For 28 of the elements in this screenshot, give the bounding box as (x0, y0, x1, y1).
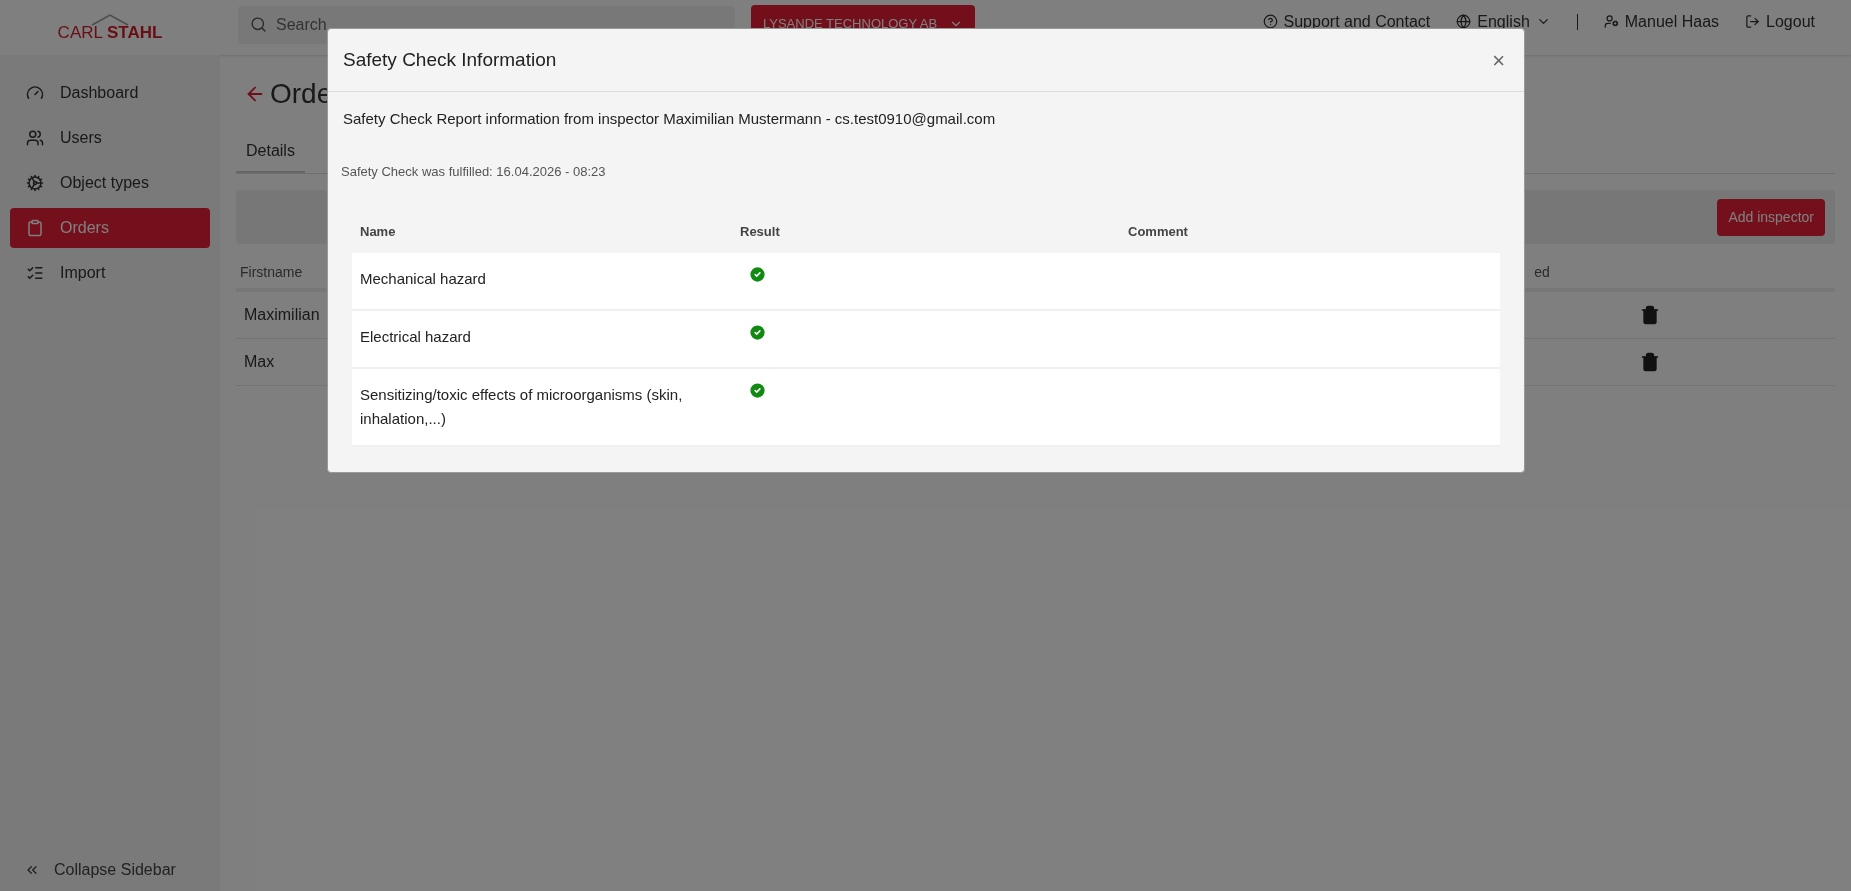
sidebar-item[interactable]: Import (10, 253, 210, 293)
column-header: Comment (1128, 223, 1189, 242)
logo-text: CARL (57, 24, 103, 41)
table-cell-text: Mechanical hazard (359, 269, 487, 289)
close-button[interactable]: × (1488, 43, 1509, 77)
column-header: Result (740, 223, 781, 242)
info-text: Safety Check Report information from inspector Maximilian Mustermann - cs.test0910@gmail.com (343, 109, 997, 129)
header-link[interactable]: Logout (1745, 9, 1815, 34)
table-cell-text: Maximilian (244, 305, 320, 325)
sidebar-item[interactable]: Orders (10, 208, 210, 248)
sidebar-item[interactable]: Users (10, 118, 210, 158)
tab[interactable]: Details (236, 131, 305, 173)
table-cell-text: Sensitizing/toxic effects of microorganisms (skin, inhalation,...) (359, 385, 684, 429)
sidebar-item[interactable]: Dashboard (10, 73, 210, 113)
collapse-sidebar-button[interactable]: Collapse Sidebar (10, 855, 210, 885)
add-inspector-button[interactable]: Add inspector (1717, 198, 1825, 236)
column-header: Name (359, 223, 397, 242)
header-link[interactable]: Support and Contact (1262, 9, 1431, 34)
header-link[interactable]: English (1456, 9, 1551, 34)
table-cell-text: Electrical hazard (359, 327, 472, 347)
column-header: Firstname (240, 262, 303, 282)
logo-text: STAHL (106, 24, 163, 41)
modal-title: Safety Check Information (343, 47, 557, 72)
table-cell-text: Max (244, 352, 275, 372)
sidebar-item[interactable]: Object types (10, 163, 210, 203)
header-link[interactable]: Manuel Haas (1603, 9, 1720, 34)
fulfilled-text: Safety Check was fulfilled: 16.04.2026 - 08:23 (341, 162, 607, 181)
column-header: ed (1534, 262, 1550, 282)
